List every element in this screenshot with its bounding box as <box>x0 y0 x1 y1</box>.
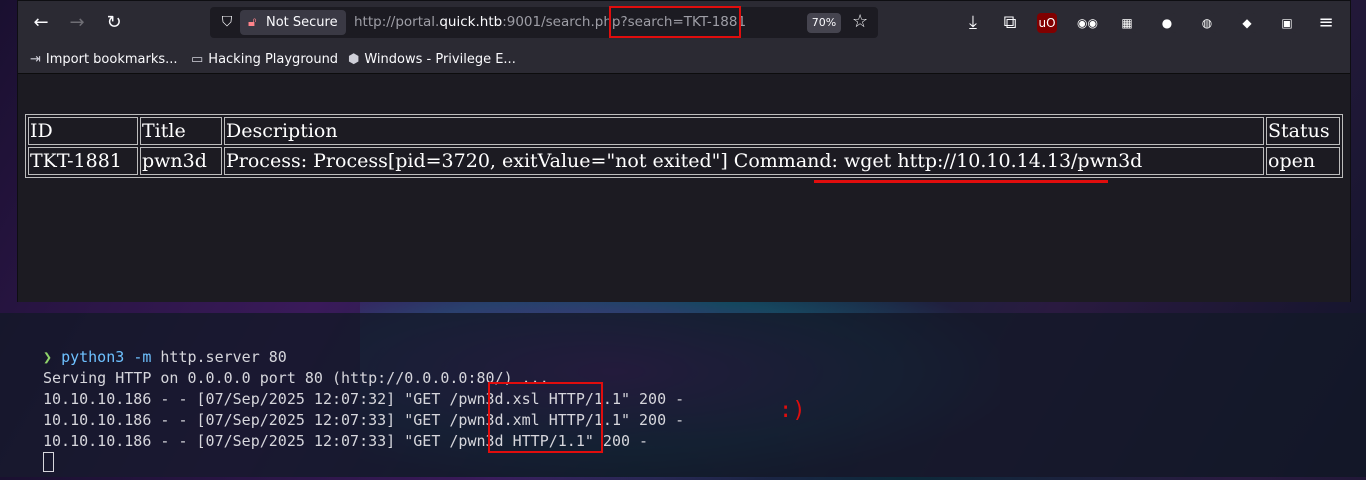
zoom-level-button[interactable]: 70% <box>807 13 841 33</box>
bookmarks-toolbar: ⇥ Import bookmarks... ▭ Hacking Playground… <box>18 45 1350 74</box>
url-prefix: http://portal. <box>354 14 440 30</box>
bookmark-import[interactable]: ⇥ Import bookmarks... <box>30 45 178 74</box>
extension-badge-icon[interactable]: ▣ <box>1277 13 1297 33</box>
ticket-title-cell: pwn3d <box>140 147 222 175</box>
bookmark-hacking-playground[interactable]: ▭ Hacking Playground <box>191 45 338 74</box>
command-underline <box>814 180 1108 183</box>
glasses-icon[interactable]: ◉◉ <box>1077 13 1098 33</box>
menu-hamburger-icon[interactable]: ≡ <box>1314 11 1338 35</box>
folder-icon: ▭ <box>191 52 204 67</box>
extensions-puzzle-icon[interactable]: ⧉ <box>998 11 1022 35</box>
bookmark-label: Import bookmarks... <box>45 52 178 67</box>
table-header-row: ID Title Description Status <box>28 117 1340 145</box>
cookie-editor-icon[interactable]: ◍ <box>1197 13 1217 33</box>
downloads-icon[interactable]: ⤓ <box>961 11 985 35</box>
not-secure-label: Not Secure <box>266 15 338 30</box>
cookie-icon[interactable]: ● <box>1157 13 1177 33</box>
insecure-lock-icon: 🔓︎ <box>248 15 257 30</box>
import-icon: ⇥ <box>30 52 41 67</box>
forward-arrow-icon[interactable]: → <box>65 11 89 35</box>
bookmark-windows-privesc[interactable]: ⬢ Windows - Privilege E... <box>348 45 516 74</box>
address-bar[interactable]: ⛉ 🔓︎ Not Secure http://portal.quick.htb:… <box>210 7 878 38</box>
browser-window: ← → ↻ ⛉ 🔓︎ Not Secure http://portal.quic… <box>17 0 1351 302</box>
bookmark-star-icon[interactable]: ☆ <box>852 11 868 32</box>
prompt-symbol: ❯ <box>43 348 53 366</box>
col-description-header: Description <box>224 117 1264 145</box>
page-content: ID Title Description Status TKT-1881 pwn… <box>18 74 1350 302</box>
ublock-icon[interactable]: uO <box>1037 13 1057 33</box>
not-secure-badge[interactable]: 🔓︎ Not Secure <box>240 10 346 35</box>
ticket-id-cell: TKT-1881 <box>28 147 138 175</box>
ticket-status-cell: open <box>1266 147 1340 175</box>
bookmark-label: Hacking Playground <box>208 52 339 67</box>
bookmark-label: Windows - Privilege E... <box>364 52 516 67</box>
query-highlight-box <box>609 6 741 38</box>
cube-icon[interactable]: ◆ <box>1237 13 1257 33</box>
terminal-window[interactable]: ❯ python3 -m http.server 80 Serving HTTP… <box>0 313 1366 477</box>
qr-code-icon[interactable]: ▦ <box>1117 13 1137 33</box>
table-row: TKT-1881 pwn3d Process: Process[pid=3720… <box>28 147 1340 175</box>
ticket-description-cell: Process: Process[pid=3720, exitValue="no… <box>224 147 1264 175</box>
col-status-header: Status <box>1266 117 1340 145</box>
command-args: http.server 80 <box>160 348 287 366</box>
requests-highlight-box <box>488 382 603 453</box>
tickets-table: ID Title Description Status TKT-1881 pwn… <box>25 114 1343 178</box>
command-name: python3 <box>61 348 125 366</box>
back-arrow-icon[interactable]: ← <box>29 11 53 35</box>
terminal-line: Serving HTTP on 0.0.0.0 port 80 (http://… <box>43 369 549 387</box>
terminal-cursor <box>43 452 54 472</box>
browser-toolbar: ← → ↻ ⛉ 🔓︎ Not Secure http://portal.quic… <box>18 1 1350 45</box>
reload-icon[interactable]: ↻ <box>102 11 126 35</box>
smiley-annotation: :) <box>779 398 806 423</box>
tracking-shield-icon[interactable]: ⛉ <box>218 13 236 31</box>
url-host: quick.htb <box>439 14 503 30</box>
col-title-header: Title <box>140 117 222 145</box>
hacktricks-icon: ⬢ <box>348 52 360 67</box>
col-id-header: ID <box>28 117 138 145</box>
command-flag: -m <box>133 348 152 366</box>
